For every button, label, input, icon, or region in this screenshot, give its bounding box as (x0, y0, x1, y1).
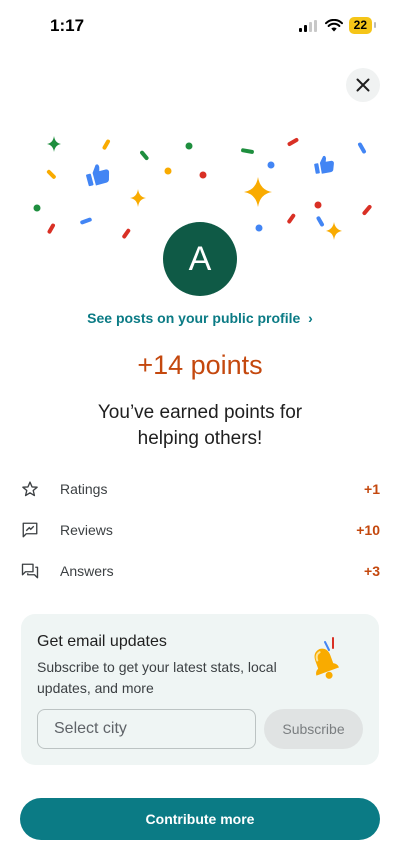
stat-label: Ratings (60, 480, 108, 497)
avatar[interactable]: A (163, 222, 237, 296)
stat-label: Reviews (60, 521, 113, 538)
contribution-points-screen: 1:17 22 A See posts on your public profi… (0, 0, 400, 866)
stat-value: +3 (364, 562, 380, 579)
signal-icon (298, 19, 317, 32)
answers-icon (20, 561, 40, 581)
battery-indicator: 22 (348, 17, 377, 34)
select-city-input[interactable] (37, 709, 256, 749)
thumbs-up-icon (86, 164, 110, 187)
public-profile-link[interactable]: See posts on your public profile › (0, 310, 400, 326)
email-updates-card: Get email updates Subscribe to get your … (21, 614, 379, 765)
contribute-more-button[interactable]: Contribute more (20, 798, 380, 840)
sparkle-icon (244, 177, 272, 207)
close-button[interactable] (346, 68, 380, 102)
earned-message: You’ve earned points for helping others! (97, 402, 303, 449)
email-updates-title: Get email updates (37, 633, 167, 650)
stat-row-ratings: Ratings +1 (20, 468, 380, 509)
points-earned: +14 points (137, 350, 263, 380)
stat-label: Answers (60, 562, 114, 579)
thumbs-up-icon (314, 155, 334, 174)
status-bar: 1:17 22 (0, 0, 400, 52)
points-breakdown: Ratings +1 Reviews +10 Answers +3 (20, 468, 380, 591)
status-time: 1:17 (50, 16, 85, 35)
close-icon (356, 78, 370, 92)
sparkle-icon (130, 189, 146, 207)
sparkle-icon (47, 136, 61, 152)
stat-value: +1 (364, 480, 380, 497)
stat-value: +10 (356, 521, 380, 538)
stat-row-answers: Answers +3 (20, 550, 380, 591)
sparkle-icon (326, 222, 342, 240)
bell-icon (314, 637, 340, 679)
review-icon (20, 520, 40, 540)
chevron-right-icon: › (308, 310, 313, 326)
email-updates-subtitle: Subscribe to get your latest stats, loca… (37, 659, 277, 696)
stat-row-reviews: Reviews +10 (20, 509, 380, 550)
status-icons: 22 (298, 17, 377, 34)
wifi-icon (324, 19, 343, 32)
subscribe-button[interactable]: Subscribe (264, 709, 363, 749)
public-profile-link-label: See posts on your public profile (87, 310, 301, 326)
star-outline-icon (20, 479, 40, 499)
